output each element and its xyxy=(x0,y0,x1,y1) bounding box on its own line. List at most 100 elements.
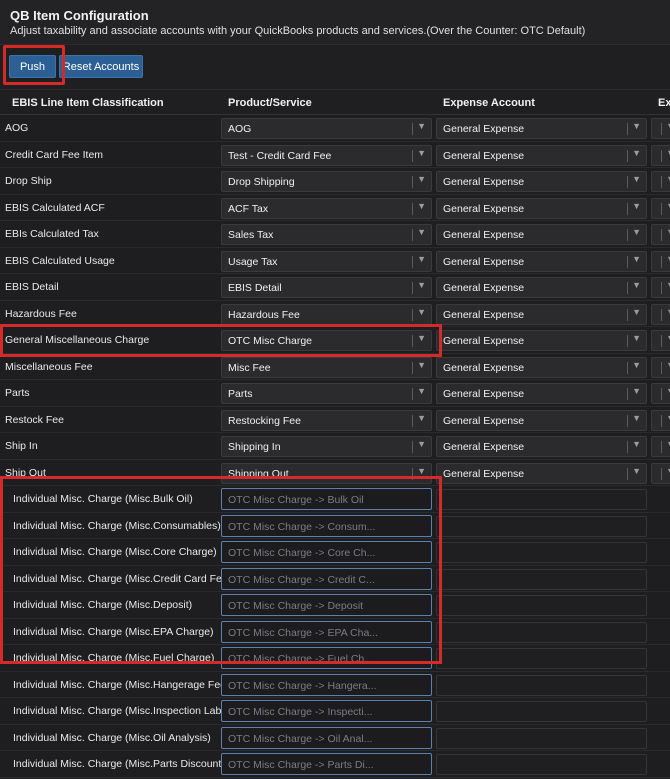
extra-column-select[interactable]: ▼ xyxy=(651,224,670,245)
chevron-down-icon: ▼ xyxy=(666,360,670,370)
dropdown-separator xyxy=(412,202,413,215)
chevron-down-icon: ▼ xyxy=(632,200,641,211)
expense-account-input[interactable] xyxy=(436,727,647,749)
product-select[interactable]: Sales Tax ▼ xyxy=(221,224,432,245)
product-select[interactable]: Test - Credit Card Fee ▼ xyxy=(221,144,432,166)
extra-column-select[interactable]: ▼ xyxy=(651,409,670,431)
extra-column-select[interactable]: ▼ xyxy=(651,383,670,404)
dropdown-separator xyxy=(661,282,662,294)
chevron-down-icon: ▼ xyxy=(417,200,426,211)
chevron-down-icon: ▼ xyxy=(417,465,426,476)
product-select[interactable]: Misc Fee ▼ xyxy=(221,356,432,378)
expense-account-input[interactable] xyxy=(436,674,647,696)
extra-column-select[interactable]: ▼ xyxy=(651,303,670,325)
table-row: EBIs Calculated Tax Sales Tax ▼ General Exp… xyxy=(0,221,670,248)
product-input[interactable]: OTC Misc Charge -> Inspecti... xyxy=(221,700,432,722)
expense-account-select[interactable]: General Expense ▼ xyxy=(436,330,647,351)
expense-account-select[interactable]: General Expense ▼ xyxy=(436,356,647,378)
expense-account-select[interactable]: General Expense ▼ xyxy=(436,383,647,404)
expense-account-input[interactable] xyxy=(436,701,647,722)
expense-account-select-value: General Expense xyxy=(443,361,525,374)
classification-label: Individual Misc. Charge (Misc.Inspection… xyxy=(13,705,231,717)
product-select-value: AOG xyxy=(228,123,252,135)
expense-account-select[interactable]: General Expense ▼ xyxy=(436,224,647,245)
expense-account-select[interactable]: General Expense ▼ xyxy=(436,436,647,457)
classification-label: Credit Card Fee Item xyxy=(5,148,104,161)
expense-account-input[interactable] xyxy=(436,621,647,643)
product-select[interactable]: ACF Tax ▼ xyxy=(221,197,432,219)
extra-column-select[interactable]: ▼ xyxy=(651,356,670,378)
expense-account-input[interactable] xyxy=(436,754,647,775)
extra-column-select[interactable]: ▼ xyxy=(651,277,670,298)
chevron-down-icon: ▼ xyxy=(417,174,426,184)
expense-account-select[interactable]: General Expense ▼ xyxy=(436,250,647,272)
expense-account-input[interactable] xyxy=(436,648,647,669)
dropdown-separator xyxy=(627,441,628,453)
expense-account-select[interactable]: General Expense ▼ xyxy=(436,118,647,139)
chevron-down-icon: ▼ xyxy=(632,280,641,290)
product-select-value: Shipping In xyxy=(228,441,281,453)
product-input[interactable]: OTC Misc Charge -> Oil Anal... xyxy=(221,726,432,749)
chevron-down-icon: ▼ xyxy=(666,333,670,343)
expense-account-input[interactable] xyxy=(436,542,647,563)
dropdown-separator xyxy=(627,467,628,480)
expense-account-select-value: General Expense xyxy=(443,202,525,215)
general-misc-highlight-box xyxy=(0,324,442,357)
product-select[interactable]: AOG ▼ xyxy=(221,118,432,139)
table-row: EBIS Detail EBIS Detail ▼ General Expense ▼ ▼ xyxy=(0,274,670,301)
page-subtitle: Adjust taxability and associate accounts… xyxy=(10,25,586,37)
expense-account-select[interactable]: General Expense ▼ xyxy=(436,144,647,166)
expense-account-input[interactable] xyxy=(436,595,647,616)
product-select[interactable]: Parts ▼ xyxy=(221,383,432,404)
extra-column-select[interactable]: ▼ xyxy=(651,330,670,351)
extra-column-select[interactable]: ▼ xyxy=(651,197,670,219)
product-input[interactable]: OTC Misc Charge -> Hangera... xyxy=(221,673,432,696)
dropdown-separator xyxy=(412,255,413,268)
product-select[interactable]: EBIS Detail ▼ xyxy=(221,277,432,298)
extra-column-select[interactable]: ▼ xyxy=(651,462,670,484)
expense-account-select[interactable]: General Expense ▼ xyxy=(436,409,647,431)
expense-account-input[interactable] xyxy=(436,568,647,590)
product-input[interactable]: OTC Misc Charge -> Parts Di... xyxy=(221,753,432,775)
classification-label: Individual Misc. Charge (Misc.Parts Disc… xyxy=(13,758,225,770)
classification-label: Restock Fee xyxy=(5,413,64,426)
dropdown-separator xyxy=(661,335,662,347)
expense-account-select[interactable]: General Expense ▼ xyxy=(436,303,647,325)
product-select[interactable]: Restocking Fee ▼ xyxy=(221,409,432,431)
expense-account-select[interactable]: General Expense ▼ xyxy=(436,197,647,219)
product-select[interactable]: Usage Tax ▼ xyxy=(221,250,432,272)
chevron-down-icon: ▼ xyxy=(666,386,670,396)
extra-column-select[interactable]: ▼ xyxy=(651,250,670,272)
dropdown-separator xyxy=(412,229,413,241)
dropdown-separator xyxy=(627,202,628,215)
classification-label: EBIS Calculated ACF xyxy=(5,201,105,214)
expense-account-select[interactable]: General Expense ▼ xyxy=(436,462,647,484)
dropdown-separator xyxy=(661,361,662,374)
dropdown-separator xyxy=(627,335,628,347)
extra-column-select[interactable]: ▼ xyxy=(651,144,670,166)
dropdown-separator xyxy=(661,414,662,427)
dropdown-separator xyxy=(412,176,413,188)
expense-account-input[interactable] xyxy=(436,515,647,537)
product-select[interactable]: Hazardous Fee ▼ xyxy=(221,303,432,325)
product-select-value: ACF Tax xyxy=(228,202,269,215)
extra-column-select[interactable]: ▼ xyxy=(651,436,670,457)
chevron-down-icon: ▼ xyxy=(666,121,670,131)
extra-column-select[interactable]: ▼ xyxy=(651,118,670,139)
table-row: EBIS Calculated ACF ACF Tax ▼ General Expen… xyxy=(0,195,670,221)
product-select[interactable]: Drop Shipping ▼ xyxy=(221,171,432,192)
classification-label: EBIs Calculated Tax xyxy=(5,228,99,240)
chevron-down-icon: ▼ xyxy=(632,227,641,237)
expense-account-select[interactable]: General Expense ▼ xyxy=(436,171,647,192)
chevron-down-icon: ▼ xyxy=(417,412,426,423)
extra-column-select[interactable]: ▼ xyxy=(651,171,670,192)
dropdown-separator xyxy=(627,149,628,162)
expense-account-input[interactable] xyxy=(436,489,647,510)
expense-account-select-value: General Expense xyxy=(443,149,525,162)
reset-accounts-button[interactable]: Reset Accounts xyxy=(59,55,143,78)
dropdown-separator xyxy=(627,176,628,188)
product-select[interactable]: Shipping In ▼ xyxy=(221,436,432,457)
table-row: AOG AOG ▼ General Expense ▼ ▼ xyxy=(0,115,670,142)
expense-account-select[interactable]: General Expense ▼ xyxy=(436,277,647,298)
dropdown-separator xyxy=(627,388,628,400)
